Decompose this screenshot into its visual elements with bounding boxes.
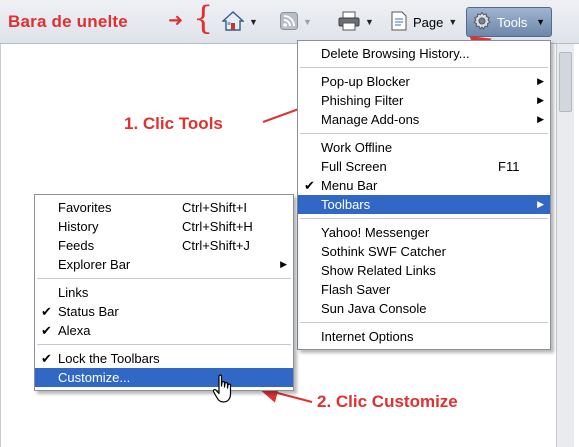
menu-item-shortcut: Ctrl+Shift+I xyxy=(182,200,248,215)
checkmark-icon: ✔ xyxy=(41,351,52,366)
menu-item-label: Internet Options xyxy=(321,329,414,344)
submenu-arrow-icon: ▶ xyxy=(537,199,544,209)
page-border xyxy=(0,44,1,447)
checkmark-icon: ✔ xyxy=(304,178,315,193)
annotation-toolbar-label: Bara de unelte xyxy=(8,12,128,31)
submenu-arrow-icon: ▶ xyxy=(537,114,544,124)
page-icon xyxy=(390,11,408,34)
hand-cursor-icon xyxy=(212,374,236,404)
menu-item-label: Feeds xyxy=(58,238,95,253)
annotation-arrow-icon: ➜ xyxy=(168,10,184,30)
menu-separator xyxy=(35,340,293,349)
menu-item-label: Explorer Bar xyxy=(58,257,131,272)
tools-label: Tools xyxy=(497,14,528,30)
menu-separator xyxy=(298,214,550,223)
menu-item-full-screen[interactable]: Full Screen F11 xyxy=(298,157,550,176)
menu-item-label: Pop-up Blocker xyxy=(321,74,410,89)
menu-separator xyxy=(298,129,550,138)
menu-item-label: Lock the Toolbars xyxy=(58,351,160,366)
menu-item-label: Flash Saver xyxy=(321,282,391,297)
menu-item-label: Status Bar xyxy=(58,304,119,319)
menu-separator xyxy=(35,274,293,283)
home-button[interactable]: ▼ xyxy=(218,9,262,35)
menu-item-popup-blocker[interactable]: Pop-up Blocker ▶ xyxy=(298,72,550,91)
menu-item-feeds[interactable]: Feeds Ctrl+Shift+J xyxy=(35,236,293,255)
menu-item-menu-bar[interactable]: ✔ Menu Bar xyxy=(298,176,550,195)
menu-item-phishing-filter[interactable]: Phishing Filter ▶ xyxy=(298,91,550,110)
menu-item-delete-browsing-history[interactable]: Delete Browsing History... xyxy=(298,44,550,63)
feeds-dropdown-arrow-icon[interactable]: ▼ xyxy=(303,17,312,27)
menu-item-label: Phishing Filter xyxy=(321,93,404,108)
menu-separator xyxy=(298,318,550,327)
menu-item-status-bar[interactable]: ✔ Status Bar xyxy=(35,302,293,321)
menu-item-label: History xyxy=(58,219,99,234)
menu-item-shortcut: Ctrl+Shift+J xyxy=(182,238,250,253)
menu-item-label: Show Related Links xyxy=(321,263,436,278)
home-icon xyxy=(221,10,245,34)
menu-item-label: Full Screen xyxy=(321,159,387,174)
tools-dropdown-arrow-icon[interactable]: ▼ xyxy=(536,17,547,27)
checkmark-icon: ✔ xyxy=(41,304,52,319)
tools-menu: Delete Browsing History... Pop-up Blocke… xyxy=(297,40,551,350)
rss-feed-icon xyxy=(280,11,298,33)
menu-item-shortcut: F11 xyxy=(498,159,520,174)
page-button[interactable]: Page ▼ xyxy=(386,9,461,35)
menu-item-customize[interactable]: Customize... xyxy=(35,368,293,387)
printer-icon xyxy=(338,11,360,34)
submenu-arrow-icon: ▶ xyxy=(280,259,287,269)
menu-item-internet-options[interactable]: Internet Options xyxy=(298,327,550,346)
menu-item-history[interactable]: History Ctrl+Shift+H xyxy=(35,217,293,236)
menu-item-sothink-swf-catcher[interactable]: Sothink SWF Catcher xyxy=(298,242,550,261)
print-button[interactable]: ▼ xyxy=(334,9,378,35)
menu-item-show-related-links[interactable]: Show Related Links xyxy=(298,261,550,280)
menu-item-alexa[interactable]: ✔ Alexa xyxy=(35,321,293,340)
annotation-step2: 2. Clic Customize xyxy=(317,392,458,411)
annotation-step1: 1. Clic Tools xyxy=(124,114,223,133)
menu-item-yahoo-messenger[interactable]: Yahoo! Messenger xyxy=(298,223,550,242)
gear-icon xyxy=(472,11,492,34)
menu-item-label: Work Offline xyxy=(321,140,393,155)
menu-item-label: Delete Browsing History... xyxy=(321,46,470,61)
checkmark-icon: ✔ xyxy=(41,323,52,338)
menu-item-label: Customize... xyxy=(58,370,131,385)
menu-item-label: Menu Bar xyxy=(321,178,378,193)
scrollbar-thumb[interactable] xyxy=(559,52,572,112)
menu-item-label: Manage Add-ons xyxy=(321,112,420,127)
submenu-arrow-icon: ▶ xyxy=(537,95,544,105)
menu-item-flash-saver[interactable]: Flash Saver xyxy=(298,280,550,299)
menu-item-explorer-bar[interactable]: Explorer Bar ▶ xyxy=(35,255,293,274)
menu-item-label: Favorites xyxy=(58,200,112,215)
vertical-scrollbar[interactable] xyxy=(556,44,574,447)
menu-item-lock-the-toolbars[interactable]: ✔ Lock the Toolbars xyxy=(35,349,293,368)
menu-item-label: Sun Java Console xyxy=(321,301,427,316)
command-bar: Bara de unelte ➜ { ▼ ▼ ▼ Page ▼ Tools ▼ xyxy=(0,0,579,44)
toolbars-submenu: Favorites Ctrl+Shift+I History Ctrl+Shif… xyxy=(34,194,294,391)
submenu-arrow-icon: ▶ xyxy=(537,76,544,86)
menu-item-work-offline[interactable]: Work Offline xyxy=(298,138,550,157)
menu-item-shortcut: Ctrl+Shift+H xyxy=(182,219,253,234)
menu-item-toolbars[interactable]: Toolbars ▶ xyxy=(298,195,550,214)
menu-item-favorites[interactable]: Favorites Ctrl+Shift+I xyxy=(35,198,293,217)
menu-item-label: Links xyxy=(58,285,89,300)
home-dropdown-arrow-icon[interactable]: ▼ xyxy=(249,17,258,27)
page-label: Page xyxy=(413,14,444,30)
annotation-brace-icon: { xyxy=(193,0,214,37)
menu-item-manage-add-ons[interactable]: Manage Add-ons ▶ xyxy=(298,110,550,129)
page-dropdown-arrow-icon[interactable]: ▼ xyxy=(448,17,457,27)
menu-item-label: Yahoo! Messenger xyxy=(321,225,430,240)
print-dropdown-arrow-icon[interactable]: ▼ xyxy=(365,17,374,27)
tools-button[interactable]: Tools ▼ xyxy=(466,7,552,37)
menu-item-label: Sothink SWF Catcher xyxy=(321,244,446,259)
feeds-button[interactable]: ▼ xyxy=(276,9,316,35)
menu-item-label: Alexa xyxy=(58,323,91,338)
menu-item-sun-java-console[interactable]: Sun Java Console xyxy=(298,299,550,318)
menu-item-label: Toolbars xyxy=(321,197,371,212)
menu-item-links[interactable]: Links xyxy=(35,283,293,302)
menu-separator xyxy=(298,63,550,72)
